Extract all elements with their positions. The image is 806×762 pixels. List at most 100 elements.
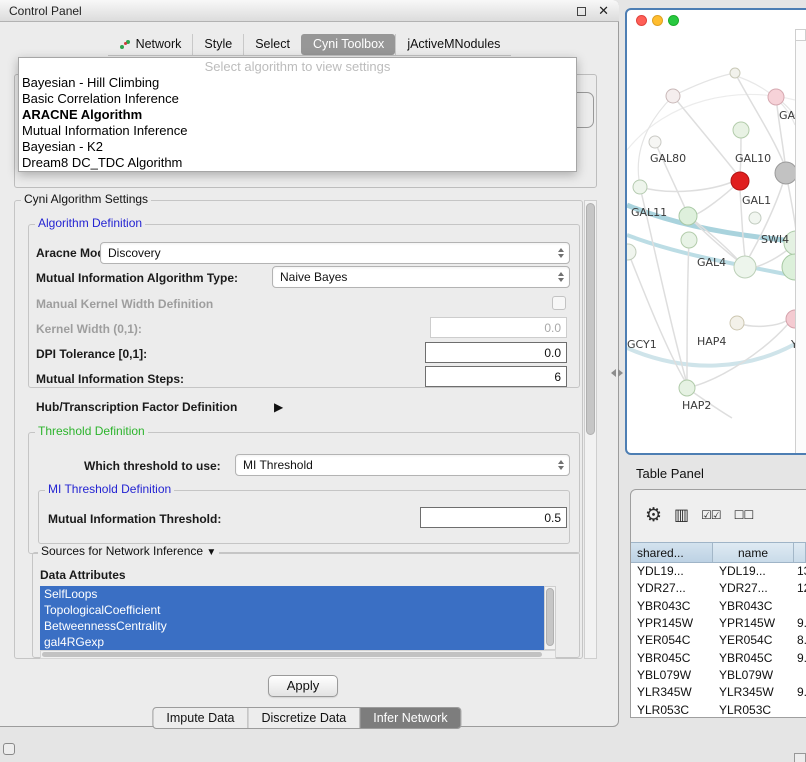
node-label-gcy1: GCY1 — [627, 338, 657, 351]
table-row[interactable]: YDL19...YDL19...13 — [631, 563, 806, 580]
algorithm-option-bayesian-hill-climbing[interactable]: Bayesian - Hill Climbing — [19, 75, 576, 91]
bottom-tab-infer-network[interactable]: Infer Network — [359, 708, 460, 728]
network-node[interactable] — [733, 122, 749, 138]
attribute-item-betweennesscentrality[interactable]: BetweennessCentrality — [40, 618, 544, 634]
network-canvas[interactable]: GAL80GAL10GALGAL11GAL1SWI4GAL4GCY1HAP4HA… — [627, 30, 795, 451]
attribute-item-gal4rgexp[interactable]: gal4RGexp — [40, 634, 544, 650]
bottom-tab-impute-data[interactable]: Impute Data — [153, 708, 247, 728]
panel-divider-left-icon[interactable] — [611, 369, 616, 377]
table-row[interactable]: YBL079WYBL079W — [631, 667, 806, 684]
close-traffic-light-icon[interactable] — [636, 15, 647, 26]
node-label-gal80: GAL80 — [650, 152, 686, 165]
dpi-tolerance-label: DPI Tolerance [0,1]: — [36, 347, 147, 361]
table-row[interactable]: YLR345WYLR345W9. — [631, 684, 806, 701]
table-cell: YDR27... — [631, 580, 713, 597]
table-row[interactable]: YLR053CYLR053C — [631, 702, 806, 717]
algorithm-option-mutual-information-inference[interactable]: Mutual Information Inference — [19, 123, 576, 139]
collapsed-arrow-icon[interactable]: ▶ — [274, 400, 283, 414]
table-cell: YLR053C — [631, 702, 713, 717]
network-node[interactable] — [679, 380, 695, 396]
gear-icon[interactable]: ⚙ — [645, 504, 661, 527]
panel-divider-right-icon[interactable] — [618, 369, 623, 377]
table-cell: YPR145W — [631, 615, 713, 632]
dpi-tolerance-field[interactable] — [425, 342, 567, 363]
attribute-list-scrollbar[interactable] — [544, 586, 556, 650]
network-edge[interactable] — [673, 74, 730, 96]
network-node[interactable] — [734, 256, 756, 278]
column-header-name[interactable]: name — [713, 543, 794, 562]
table-row[interactable]: YBR043CYBR043C — [631, 598, 806, 615]
data-attributes-label: Data Attributes — [40, 568, 126, 582]
network-node[interactable] — [633, 180, 647, 194]
network-scrollbar[interactable] — [795, 29, 806, 453]
network-node[interactable] — [666, 89, 680, 103]
zoom-traffic-light-icon[interactable] — [668, 15, 679, 26]
columns-icon[interactable]: ▥ — [674, 505, 688, 525]
network-node[interactable] — [649, 136, 661, 148]
manual-kernel-label: Manual Kernel Width Definition — [36, 297, 213, 311]
table-cell: YLR053C — [713, 702, 794, 717]
network-node[interactable] — [679, 207, 697, 225]
dock-panel-icon[interactable] — [3, 743, 15, 755]
sources-group-title[interactable]: Sources for Network Inference ▼ — [38, 544, 219, 558]
column-header-shared[interactable]: shared... — [631, 543, 713, 562]
apply-button[interactable]: Apply — [268, 675, 338, 697]
minimize-traffic-light-icon[interactable] — [652, 15, 663, 26]
network-node[interactable] — [627, 244, 636, 260]
stepper-arrows-icon — [558, 460, 564, 470]
attribute-list-scrollbar-thumb[interactable] — [546, 588, 554, 646]
unchecked-pair-icon[interactable]: ☐☐ — [734, 508, 754, 522]
manual-kernel-checkbox[interactable] — [552, 296, 566, 310]
attribute-list-hscrollbar-thumb[interactable] — [42, 652, 542, 657]
network-node[interactable] — [782, 254, 795, 280]
table-row[interactable]: YBR045CYBR045C9. — [631, 650, 806, 667]
which-threshold-label: Which threshold to use: — [84, 459, 221, 473]
network-node[interactable] — [731, 172, 749, 190]
attribute-item-topologicalcoefficient[interactable]: TopologicalCoefficient — [40, 602, 544, 618]
settings-scrollbar[interactable] — [584, 200, 597, 659]
aracne-mode-value: Discovery — [108, 246, 161, 260]
algorithm-option-basic-correlation-inference[interactable]: Basic Correlation Inference — [19, 91, 576, 107]
mi-threshold-group-title: MI Threshold Definition — [45, 482, 174, 496]
table-row[interactable]: YDR27...YDR27...12 — [631, 580, 806, 597]
expanded-arrow-icon[interactable]: ▼ — [206, 547, 216, 558]
mi-steps-field[interactable] — [425, 366, 567, 387]
network-node[interactable] — [681, 232, 697, 248]
which-threshold-select[interactable]: MI Threshold — [235, 454, 570, 476]
bottom-tab-discretize-data[interactable]: Discretize Data — [248, 708, 360, 728]
table-cell: YDL19... — [631, 563, 713, 580]
aracne-mode-select[interactable]: Discovery — [100, 242, 570, 264]
kernel-width-label: Kernel Width (0,1): — [36, 322, 142, 336]
algorithm-option-bayesian-k2[interactable]: Bayesian - K2 — [19, 139, 576, 155]
network-node[interactable] — [730, 316, 744, 330]
network-edge[interactable] — [687, 240, 689, 380]
mi-threshold-field[interactable] — [420, 507, 567, 528]
table-cell: 9. — [794, 615, 806, 632]
table-row[interactable]: YPR145WYPR145W9. — [631, 615, 806, 632]
settings-scrollbar-thumb[interactable] — [586, 203, 595, 435]
table-cell: YLR345W — [713, 684, 794, 701]
checked-pair-icon[interactable]: ☑☑ — [701, 508, 721, 522]
attribute-item-selfloops[interactable]: SelfLoops — [40, 586, 544, 602]
network-node[interactable] — [775, 162, 795, 184]
mi-type-select[interactable]: Naive Bayes — [272, 266, 570, 288]
table-cell: YBR045C — [713, 650, 794, 667]
algorithm-option-dream8-dc-tdc-algorithm[interactable]: Dream8 DC_TDC Algorithm — [19, 155, 576, 171]
network-scrollbar-box[interactable] — [795, 29, 806, 41]
table-cell: YBR043C — [713, 598, 794, 615]
hub-section-label[interactable]: Hub/Transcription Factor Definition — [36, 400, 237, 414]
table-row[interactable]: YER054CYER054C8. — [631, 632, 806, 649]
node-label-hap2: HAP2 — [682, 399, 711, 412]
attribute-list-hscrollbar[interactable] — [40, 650, 556, 659]
algorithm-option-aracne-algorithm[interactable]: ARACNE Algorithm — [19, 107, 576, 123]
node-label-gal: GAL — [779, 109, 795, 122]
network-node[interactable] — [768, 89, 784, 105]
network-node[interactable] — [749, 212, 761, 224]
network-node[interactable] — [730, 68, 740, 78]
table-panel: ⚙▥☑☑☐☐ shared...name YDL19...YDL19...13Y… — [630, 489, 806, 718]
network-edge[interactable] — [640, 182, 732, 191]
algorithm-dropdown-popup: Select algorithm to view settings Bayesi… — [18, 57, 577, 172]
table-body: YDL19...YDL19...13YDR27...YDR27...12YBR0… — [631, 563, 806, 717]
column-header-2[interactable] — [794, 543, 806, 562]
kernel-width-field[interactable] — [430, 317, 567, 338]
